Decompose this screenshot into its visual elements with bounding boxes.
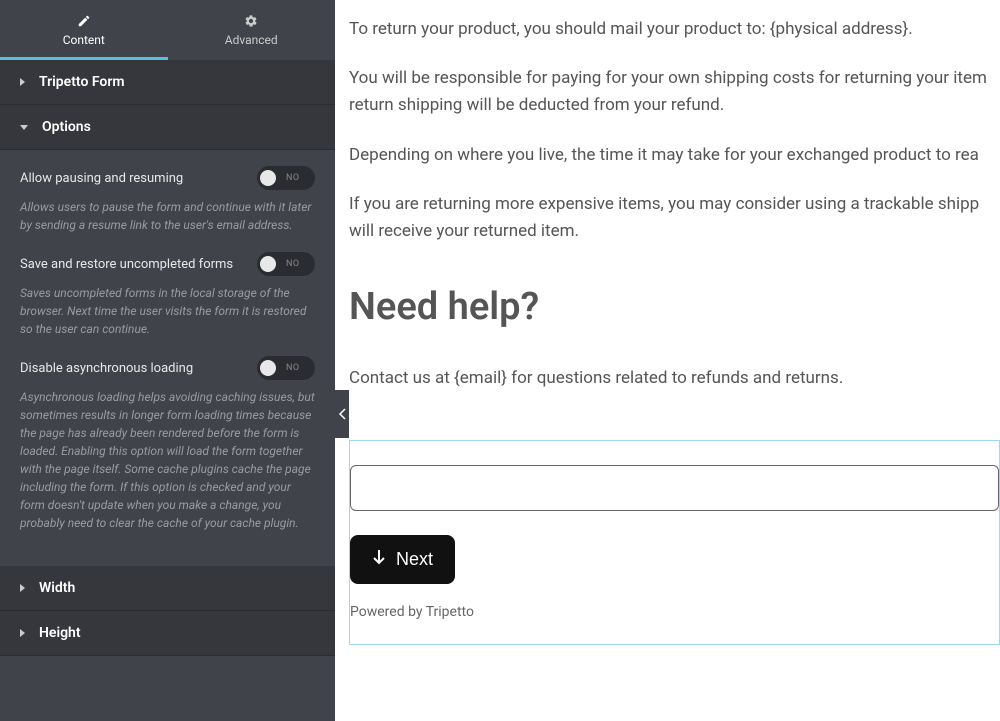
option-disableasync-label: Disable asynchronous loading <box>20 361 193 376</box>
toggle-disableasync[interactable]: NO <box>257 356 315 380</box>
page-heading: Need help? <box>349 285 1000 329</box>
settings-sidebar: Content Advanced Tripetto Form Options A… <box>0 0 335 721</box>
paragraph: If you are returning more expensive item… <box>349 191 1000 245</box>
toggle-pausing[interactable]: NO <box>257 166 315 190</box>
pencil-icon <box>76 13 92 29</box>
toggle-saverestore[interactable]: NO <box>257 252 315 276</box>
section-options[interactable]: Options <box>0 105 335 150</box>
caret-right-icon <box>20 629 25 637</box>
options-body: Allow pausing and resuming NO Allows use… <box>0 150 335 566</box>
gear-icon <box>243 13 259 29</box>
collapse-sidebar-handle[interactable] <box>335 390 349 438</box>
caret-right-icon <box>20 78 25 86</box>
option-disableasync-desc: Asynchronous loading helps avoiding cach… <box>20 388 315 532</box>
section-tripetto-label: Tripetto Form <box>39 74 125 90</box>
page-preview: To return your product, you should mail … <box>335 0 1000 721</box>
arrow-down-icon <box>372 549 386 570</box>
paragraph: To return your product, you should mail … <box>349 16 1000 43</box>
section-options-label: Options <box>42 119 91 135</box>
tab-content-label: Content <box>63 33 105 47</box>
toggle-knob <box>260 256 276 272</box>
section-width-label: Width <box>39 580 75 596</box>
chevron-left-icon <box>338 408 346 420</box>
toggle-knob <box>260 170 276 186</box>
paragraph: Depending on where you live, the time it… <box>349 142 1000 169</box>
paragraph: Contact us at {email} for questions rela… <box>349 365 1000 392</box>
toggle-state-label: NO <box>286 259 300 269</box>
form-text-input[interactable] <box>350 465 999 511</box>
section-height[interactable]: Height <box>0 611 335 656</box>
caret-down-icon <box>20 125 28 130</box>
section-tripetto-form[interactable]: Tripetto Form <box>0 60 335 105</box>
option-saverestore-row: Save and restore uncompleted forms NO <box>20 252 315 276</box>
toggle-knob <box>260 360 276 376</box>
option-pausing-label: Allow pausing and resuming <box>20 171 183 186</box>
toggle-state-label: NO <box>286 363 300 373</box>
tab-advanced[interactable]: Advanced <box>168 0 336 60</box>
option-saverestore-label: Save and restore uncompleted forms <box>20 257 233 272</box>
option-pausing-row: Allow pausing and resuming NO <box>20 166 315 190</box>
section-height-label: Height <box>39 625 81 641</box>
form-container: Next Powered by Tripetto <box>349 440 1000 645</box>
option-pausing-desc: Allows users to pause the form and conti… <box>20 198 315 234</box>
option-saverestore-desc: Saves uncompleted forms in the local sto… <box>20 284 315 338</box>
option-disableasync-row: Disable asynchronous loading NO <box>20 356 315 380</box>
paragraph: You will be responsible for paying for y… <box>349 65 1000 119</box>
tabs-row: Content Advanced <box>0 0 335 60</box>
section-width[interactable]: Width <box>0 566 335 611</box>
powered-by-label: Powered by Tripetto <box>350 604 999 620</box>
next-button-label: Next <box>396 549 433 570</box>
tab-content[interactable]: Content <box>0 0 168 60</box>
caret-right-icon <box>20 584 25 592</box>
next-button[interactable]: Next <box>350 535 455 584</box>
toggle-state-label: NO <box>286 173 300 183</box>
tab-advanced-label: Advanced <box>225 33 278 47</box>
